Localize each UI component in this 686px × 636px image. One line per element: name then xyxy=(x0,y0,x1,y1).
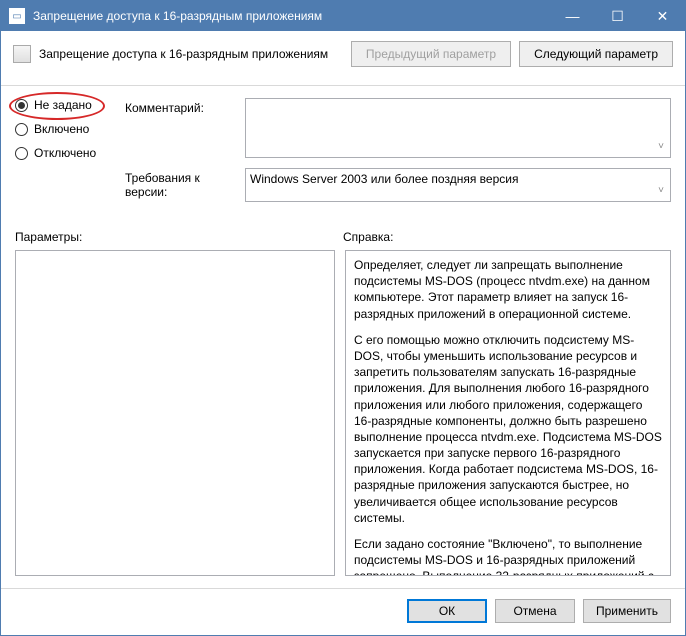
app-icon: ▭ xyxy=(9,8,25,24)
state-radio-group: Не задано Включено Отключено xyxy=(15,98,125,212)
comment-label: Комментарий: xyxy=(125,98,245,158)
radio-enabled[interactable]: Включено xyxy=(15,122,125,136)
scroll-down-icon: ˅ xyxy=(654,141,668,155)
policy-title: Запрещение доступа к 16-разрядным прилож… xyxy=(39,47,343,61)
radio-label: Включено xyxy=(34,122,89,136)
radio-icon xyxy=(15,147,28,160)
help-paragraph: С его помощью можно отключить подсистему… xyxy=(354,332,662,526)
apply-button[interactable]: Применить xyxy=(583,599,671,623)
radio-icon xyxy=(15,123,28,136)
cancel-button[interactable]: Отмена xyxy=(495,599,575,623)
close-button[interactable]: ✕ xyxy=(640,1,685,31)
comment-textbox[interactable]: ˅ xyxy=(245,98,671,158)
scroll-down-icon: ˅ xyxy=(654,185,668,199)
minimize-button[interactable]: — xyxy=(550,1,595,31)
supported-textbox: Windows Server 2003 или более поздняя ве… xyxy=(245,168,671,202)
header: Запрещение доступа к 16-разрядным прилож… xyxy=(1,31,685,86)
radio-label: Не задано xyxy=(34,98,92,112)
supported-label: Требования к версии: xyxy=(125,168,245,202)
ok-button[interactable]: ОК xyxy=(407,599,487,623)
help-paragraph: Определяет, следует ли запрещать выполне… xyxy=(354,257,662,322)
supported-text: Windows Server 2003 или более поздняя ве… xyxy=(250,172,518,186)
footer: ОК Отмена Применить xyxy=(1,588,685,632)
help-label: Справка: xyxy=(343,230,393,244)
help-paragraph: Если задано состояние "Включено", то вып… xyxy=(354,536,662,576)
content: Не задано Включено Отключено Комментарий… xyxy=(1,86,685,588)
titlebar: ▭ Запрещение доступа к 16-разрядным прил… xyxy=(1,1,685,31)
options-panel xyxy=(15,250,335,576)
radio-icon xyxy=(15,99,28,112)
radio-not-configured[interactable]: Не задано xyxy=(15,98,125,112)
policy-icon xyxy=(13,45,31,63)
options-label: Параметры: xyxy=(15,230,343,244)
radio-label: Отключено xyxy=(34,146,96,160)
window-title: Запрещение доступа к 16-разрядным прилож… xyxy=(33,9,550,23)
previous-setting-button[interactable]: Предыдущий параметр xyxy=(351,41,511,67)
radio-disabled[interactable]: Отключено xyxy=(15,146,125,160)
help-panel[interactable]: Определяет, следует ли запрещать выполне… xyxy=(345,250,671,576)
next-setting-button[interactable]: Следующий параметр xyxy=(519,41,673,67)
maximize-button[interactable]: ☐ xyxy=(595,1,640,31)
